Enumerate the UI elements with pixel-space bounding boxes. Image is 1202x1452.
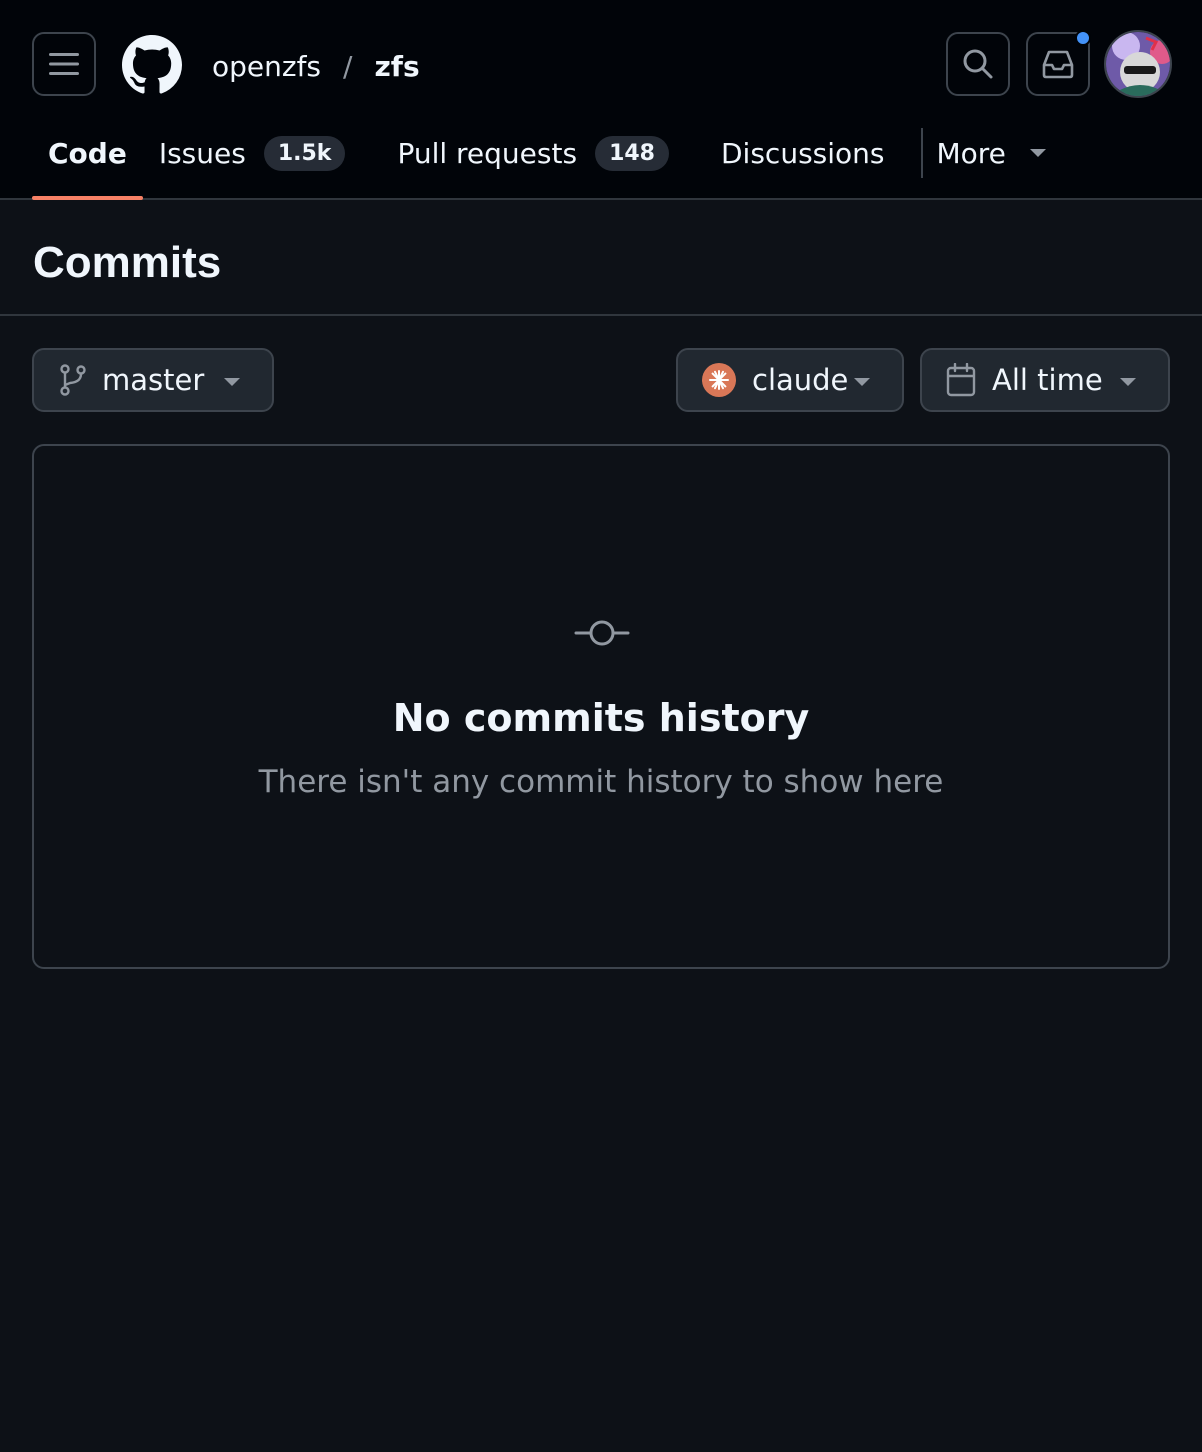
chevron-down-icon (1120, 378, 1136, 386)
tab-code[interactable]: Code (32, 124, 143, 200)
page-title: Commits (33, 238, 222, 287)
branch-name: master (102, 363, 205, 397)
tab-pull-requests-label: Pull requests (397, 136, 578, 170)
notification-indicator (1075, 30, 1091, 46)
user-avatar[interactable] (1104, 30, 1172, 98)
chevron-down-icon (1029, 149, 1046, 157)
calendar-icon (946, 363, 976, 397)
tab-discussions-label: Discussions (721, 136, 885, 170)
search-button[interactable] (946, 32, 1010, 96)
tab-issues-label: Issues (158, 136, 246, 170)
breadcrumb: openzfs / zfs (212, 44, 420, 88)
claude-avatar-icon (702, 363, 736, 397)
tab-code-label: Code (48, 136, 127, 170)
search-icon (963, 49, 993, 79)
breadcrumb-separator: / (343, 49, 353, 83)
author-name: claude (752, 363, 849, 397)
app-header: openzfs / zfs Code Issues 1.5k Pull requ… (0, 0, 1202, 200)
empty-state-title: No commits history (392, 696, 810, 740)
hamburger-menu-icon (49, 53, 79, 75)
repo-name-link[interactable]: zfs (374, 50, 419, 83)
repo-owner-link[interactable]: openzfs (212, 50, 321, 83)
git-branch-icon (60, 364, 86, 396)
branch-selector[interactable]: master (32, 348, 274, 412)
tab-more[interactable]: More (933, 124, 1062, 182)
pull-requests-count-badge: 148 (595, 135, 669, 171)
author-filter[interactable]: claude (676, 348, 904, 412)
time-range-label: All time (992, 363, 1103, 397)
github-logo-icon[interactable] (122, 35, 182, 95)
issues-count-badge: 1.5k (263, 135, 346, 171)
git-commit-icon (574, 620, 630, 646)
tab-discussions[interactable]: Discussions (705, 124, 901, 182)
empty-state-panel: No commits history There isn't any commi… (32, 444, 1170, 969)
repo-nav-tabs: Code Issues 1.5k Pull requests 148 Discu… (32, 124, 1062, 200)
tab-more-label: More (936, 136, 1006, 170)
chevron-down-icon (224, 378, 240, 386)
chevron-down-icon (854, 378, 870, 386)
empty-state-subtitle: There isn't any commit history to show h… (258, 764, 944, 800)
inbox-icon (1042, 50, 1074, 79)
menu-button[interactable] (32, 32, 96, 96)
time-range-filter[interactable]: All time (920, 348, 1170, 412)
tab-issues[interactable]: Issues 1.5k (143, 124, 362, 182)
tab-pull-requests[interactable]: Pull requests 148 (381, 124, 685, 182)
divider (0, 314, 1202, 316)
tab-divider (920, 128, 923, 178)
